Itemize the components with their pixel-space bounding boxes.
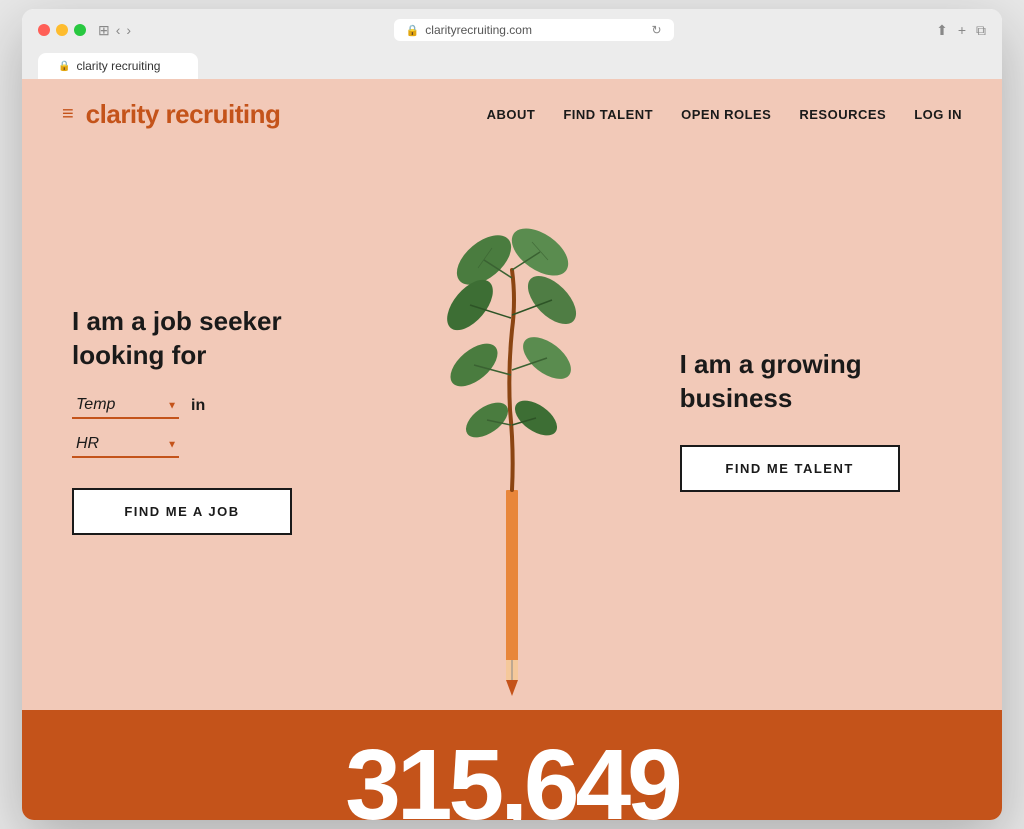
browser-chrome: ⊞ ‹ › 🔒 clarityrecruiting.com ↻ ⬆ + ⧉ 🔒 … xyxy=(22,9,1002,79)
nav-logo[interactable]: ≡ clarity recruiting xyxy=(62,99,280,130)
nav-open-roles[interactable]: OPEN ROLES xyxy=(681,107,771,122)
job-type-dropdown[interactable]: Temp Permanent Contract xyxy=(72,392,179,419)
maximize-button[interactable] xyxy=(74,24,86,36)
refresh-icon[interactable]: ↻ xyxy=(652,23,662,37)
find-me-talent-button[interactable]: FIND ME TALENT xyxy=(680,445,900,492)
nav-log-in[interactable]: LOG IN xyxy=(914,107,962,122)
active-tab[interactable]: 🔒 clarity recruiting xyxy=(38,53,198,79)
hero-section: I am a job seeker looking for Temp Perma… xyxy=(22,150,1002,710)
in-text: in xyxy=(191,397,205,415)
browser-top-bar: ⊞ ‹ › 🔒 clarityrecruiting.com ↻ ⬆ + ⧉ xyxy=(38,19,986,41)
new-tab-icon[interactable]: + xyxy=(958,22,966,38)
traffic-lights xyxy=(38,24,86,36)
url-bar[interactable]: 🔒 clarityrecruiting.com ↻ xyxy=(394,19,674,41)
tab-label: clarity recruiting xyxy=(76,59,160,73)
plant-illustration-container xyxy=(412,150,612,710)
tab-favicon: 🔒 xyxy=(58,61,70,72)
browser-tabs: 🔒 clarity recruiting xyxy=(38,49,986,79)
growing-business-section: I am a growing business FIND ME TALENT xyxy=(630,150,1002,710)
lock-icon: 🔒 xyxy=(406,24,420,37)
nav-about[interactable]: ABOUT xyxy=(487,107,536,122)
industry-row: HR Finance Marketing Operations ▼ xyxy=(72,431,344,458)
job-seeker-section: I am a job seeker looking for Temp Perma… xyxy=(22,150,394,710)
bottom-stats-section: 315,649 xyxy=(22,710,1002,820)
find-me-a-job-button[interactable]: FIND ME A JOB xyxy=(72,488,292,535)
stats-numbers: 315,649 xyxy=(345,735,678,820)
minimize-button[interactable] xyxy=(56,24,68,36)
logo-text: clarity recruiting xyxy=(86,99,281,130)
share-icon[interactable]: ⬆ xyxy=(936,22,948,39)
growing-business-heading: I am a growing business xyxy=(680,348,952,416)
navigation: ≡ clarity recruiting ABOUT FIND TALENT O… xyxy=(22,79,1002,150)
nav-find-talent[interactable]: FIND TALENT xyxy=(563,107,653,122)
job-seeker-heading: I am a job seeker looking for xyxy=(72,305,344,373)
browser-window: ⊞ ‹ › 🔒 clarityrecruiting.com ↻ ⬆ + ⧉ 🔒 … xyxy=(22,9,1002,820)
browser-nav-controls: ⊞ ‹ › xyxy=(98,22,131,39)
job-type-dropdown-wrapper: Temp Permanent Contract ▼ xyxy=(72,392,179,419)
url-bar-container: 🔒 clarityrecruiting.com ↻ xyxy=(143,19,924,41)
back-button[interactable]: ‹ xyxy=(116,22,121,38)
job-type-row: Temp Permanent Contract ▼ in xyxy=(72,392,344,419)
window-controls-icon: ⊞ xyxy=(98,22,110,39)
tabs-icon[interactable]: ⧉ xyxy=(976,22,986,39)
nav-resources[interactable]: RESOURCES xyxy=(799,107,886,122)
hamburger-icon[interactable]: ≡ xyxy=(62,103,74,126)
nav-links: ABOUT FIND TALENT OPEN ROLES RESOURCES L… xyxy=(487,107,962,122)
industry-dropdown[interactable]: HR Finance Marketing Operations xyxy=(72,431,179,458)
plant-svg xyxy=(412,150,612,710)
forward-button[interactable]: › xyxy=(126,22,131,38)
url-text: clarityrecruiting.com xyxy=(425,23,532,37)
browser-actions: ⬆ + ⧉ xyxy=(936,22,986,39)
website-content: ≡ clarity recruiting ABOUT FIND TALENT O… xyxy=(22,79,1002,820)
industry-dropdown-wrapper: HR Finance Marketing Operations ▼ xyxy=(72,431,179,458)
close-button[interactable] xyxy=(38,24,50,36)
